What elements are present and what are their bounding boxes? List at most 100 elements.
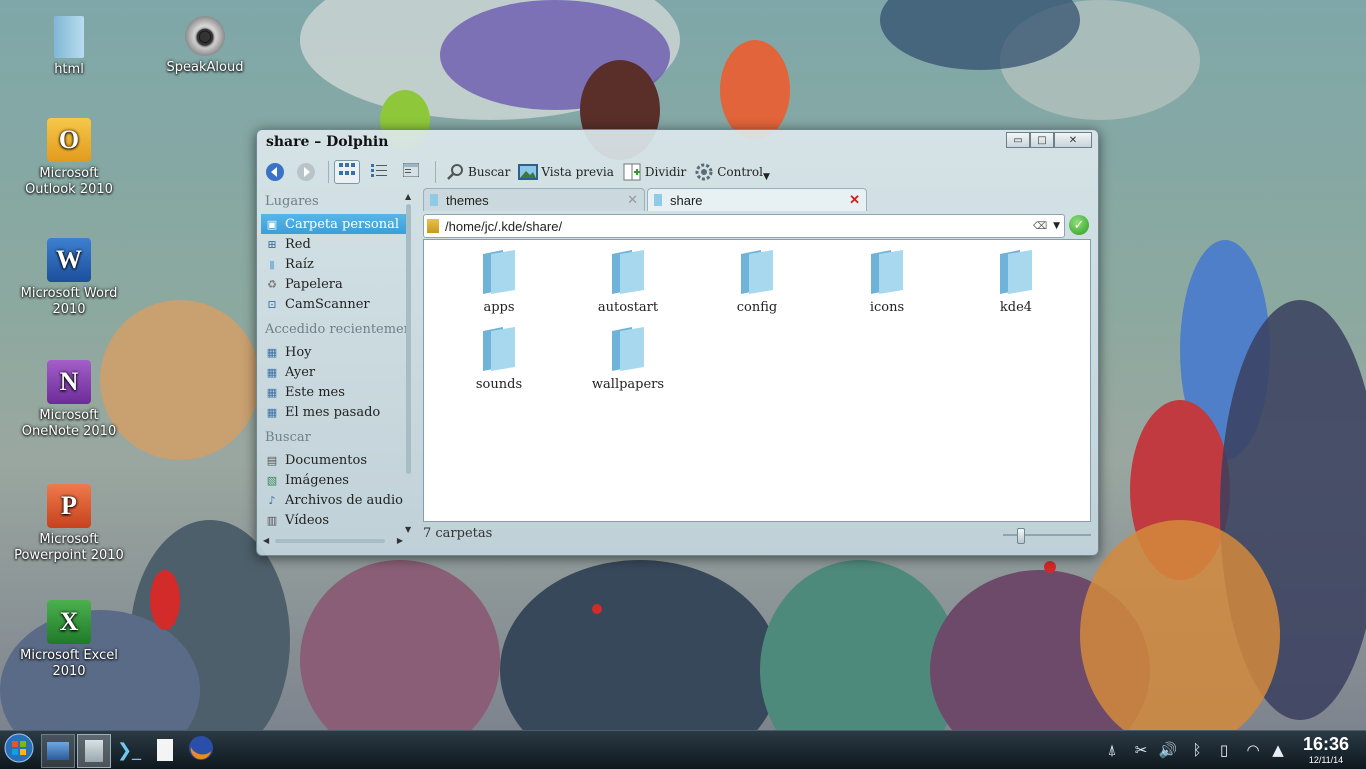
desktop-icon-speakaloud[interactable]: ◉ SpeakAloud: [150, 16, 260, 76]
clock[interactable]: 16:36 12/11/14: [1296, 734, 1356, 766]
split-button-label: Dividir: [644, 165, 687, 179]
clear-icon[interactable]: ⌫: [1033, 221, 1047, 232]
close-button[interactable]: ✕: [1054, 132, 1092, 148]
search-audio[interactable]: ♪ Archivos de audio: [261, 490, 406, 510]
taskbar-app-dolphin[interactable]: [77, 734, 111, 768]
close-tab-icon[interactable]: ✕: [849, 192, 860, 208]
folder-item[interactable]: apps: [449, 250, 549, 315]
folder-label: kde4: [999, 300, 1033, 315]
recent-today[interactable]: ▦ Hoy: [261, 342, 406, 362]
calendar-icon: ▦: [266, 385, 278, 399]
folder-item[interactable]: icons: [837, 250, 937, 315]
place-root[interactable]: ▮ Raíz: [261, 254, 406, 274]
device-icon: ⊡: [267, 297, 277, 311]
folder-item[interactable]: autostart: [578, 250, 678, 315]
scissors-icon[interactable]: ✂: [1131, 739, 1151, 761]
places-horizontal-scrollbar[interactable]: ◀ ▶: [263, 536, 403, 546]
place-label: Red: [285, 236, 311, 252]
minimize-button[interactable]: ▭: [1006, 132, 1030, 148]
search-images[interactable]: ▧ Imágenes: [261, 470, 406, 490]
taskbar-app-firefox[interactable]: [185, 734, 217, 766]
preview-button[interactable]: Vista previa: [514, 160, 618, 184]
volume-icon[interactable]: 🔊: [1158, 739, 1178, 761]
wifi-icon[interactable]: ◠: [1243, 739, 1263, 761]
details-view-button[interactable]: [398, 160, 424, 184]
folder-item[interactable]: config: [707, 250, 807, 315]
tab-share[interactable]: share ✕: [647, 188, 867, 211]
scroll-right-icon: ▶: [396, 536, 403, 545]
split-button[interactable]: Dividir: [618, 160, 690, 184]
desktop-app-icon: [47, 742, 69, 760]
folder-item[interactable]: wallpapers: [578, 327, 678, 392]
folder-item[interactable]: kde4: [966, 250, 1066, 315]
desktop-icon-onenote[interactable]: N Microsoft OneNote 2010: [14, 360, 124, 440]
taskbar-app-terminal[interactable]: ❯_: [113, 734, 145, 766]
close-tab-icon[interactable]: ✕: [627, 192, 638, 208]
document-icon: ▤: [266, 453, 278, 467]
desktop-icon-word[interactable]: W Microsoft Word 2010: [14, 238, 124, 318]
folder-icon: [430, 194, 438, 206]
gear-icon: [694, 162, 714, 182]
folder-label: config: [736, 300, 778, 315]
excel-icon: X: [47, 600, 91, 644]
toolbar-separator: [435, 161, 436, 183]
places-vertical-scrollbar[interactable]: ▲ ▼: [404, 192, 413, 534]
location-path-input[interactable]: /home/jc/.kde/share/: [445, 219, 1033, 234]
search-button[interactable]: Buscar: [441, 160, 514, 184]
file-view[interactable]: apps autostart config icons kde4 sounds: [423, 239, 1091, 522]
recent-yesterday[interactable]: ▦ Ayer: [261, 362, 406, 382]
scroll-left-icon: ◀: [263, 536, 270, 545]
control-button[interactable]: Control ▼: [690, 160, 774, 184]
recent-this-month[interactable]: ▦ Este mes: [261, 382, 406, 402]
scroll-thumb[interactable]: [406, 204, 411, 474]
place-network[interactable]: ⊞ Red: [261, 234, 406, 254]
arrow-right-icon: [296, 162, 316, 182]
confirm-location-button[interactable]: ✓: [1069, 215, 1089, 235]
search-label: Vídeos: [285, 512, 330, 528]
folder-icon: [654, 194, 662, 206]
back-button[interactable]: [261, 160, 292, 184]
search-documents[interactable]: ▤ Documentos: [261, 450, 406, 470]
place-trash[interactable]: ♻ Papelera: [261, 274, 406, 294]
maximize-button[interactable]: □: [1030, 132, 1054, 148]
tab-themes[interactable]: themes ✕: [423, 188, 645, 211]
place-home[interactable]: ▣ Carpeta personal: [261, 214, 406, 234]
chevron-down-icon[interactable]: ▼: [1053, 221, 1060, 231]
zoom-slider[interactable]: [1003, 528, 1091, 544]
location-bar[interactable]: /home/jc/.kde/share/ ⌫ ▼: [423, 214, 1065, 238]
show-hidden-icons-icon[interactable]: ▲: [1268, 739, 1288, 761]
desktop-icon-label: html: [54, 62, 84, 77]
place-label: Raíz: [285, 256, 314, 272]
status-bar-text: 7 carpetas: [423, 526, 493, 541]
scroll-thumb[interactable]: [275, 539, 385, 543]
folder-label: autostart: [597, 300, 659, 315]
places-panel: Lugares ▣ Carpeta personal ⊞ Red ▮ Raíz ♻ Pa…: [261, 190, 406, 540]
desktop-icon-html[interactable]: html: [14, 16, 124, 78]
place-camscanner[interactable]: ⊡ CamScanner: [261, 294, 406, 314]
desktop-icon-label: Microsoft Outlook 2010: [25, 166, 113, 197]
folder-item[interactable]: sounds: [449, 327, 549, 392]
zoom-slider-handle[interactable]: [1017, 528, 1025, 544]
window-title: share – Dolphin: [266, 134, 389, 150]
network-antenna-icon[interactable]: ⍋: [1102, 739, 1122, 761]
desktop-icon-outlook[interactable]: O Microsoft Outlook 2010: [14, 118, 124, 198]
compact-view-button[interactable]: [366, 160, 392, 184]
desktop-icon-excel[interactable]: X Microsoft Excel 2010: [14, 600, 124, 680]
forward-button[interactable]: [292, 160, 323, 184]
start-menu-button[interactable]: [3, 733, 35, 766]
icons-view-button[interactable]: [334, 160, 360, 184]
recent-label: Hoy: [285, 344, 312, 360]
window-controls: ▭ □ ✕: [1006, 132, 1092, 148]
taskbar-app-desktop[interactable]: [41, 734, 75, 768]
taskbar-app-editor[interactable]: [149, 734, 181, 766]
search-label: Documentos: [285, 452, 368, 468]
desktop-icon-label: Microsoft Powerpoint 2010: [14, 532, 124, 563]
bluetooth-icon[interactable]: ᛒ: [1187, 739, 1207, 761]
scroll-up-icon: ▲: [405, 192, 412, 201]
desktop-icon-powerpoint[interactable]: P Microsoft Powerpoint 2010: [14, 484, 124, 564]
recent-last-month[interactable]: ▦ El mes pasado: [261, 402, 406, 422]
search-videos[interactable]: ▥ Vídeos: [261, 510, 406, 530]
recent-section-header: Accedido recientemente: [265, 322, 406, 337]
window-titlebar[interactable]: share – Dolphin ▭ □ ✕: [257, 130, 1098, 156]
battery-icon[interactable]: ▯: [1214, 739, 1234, 761]
